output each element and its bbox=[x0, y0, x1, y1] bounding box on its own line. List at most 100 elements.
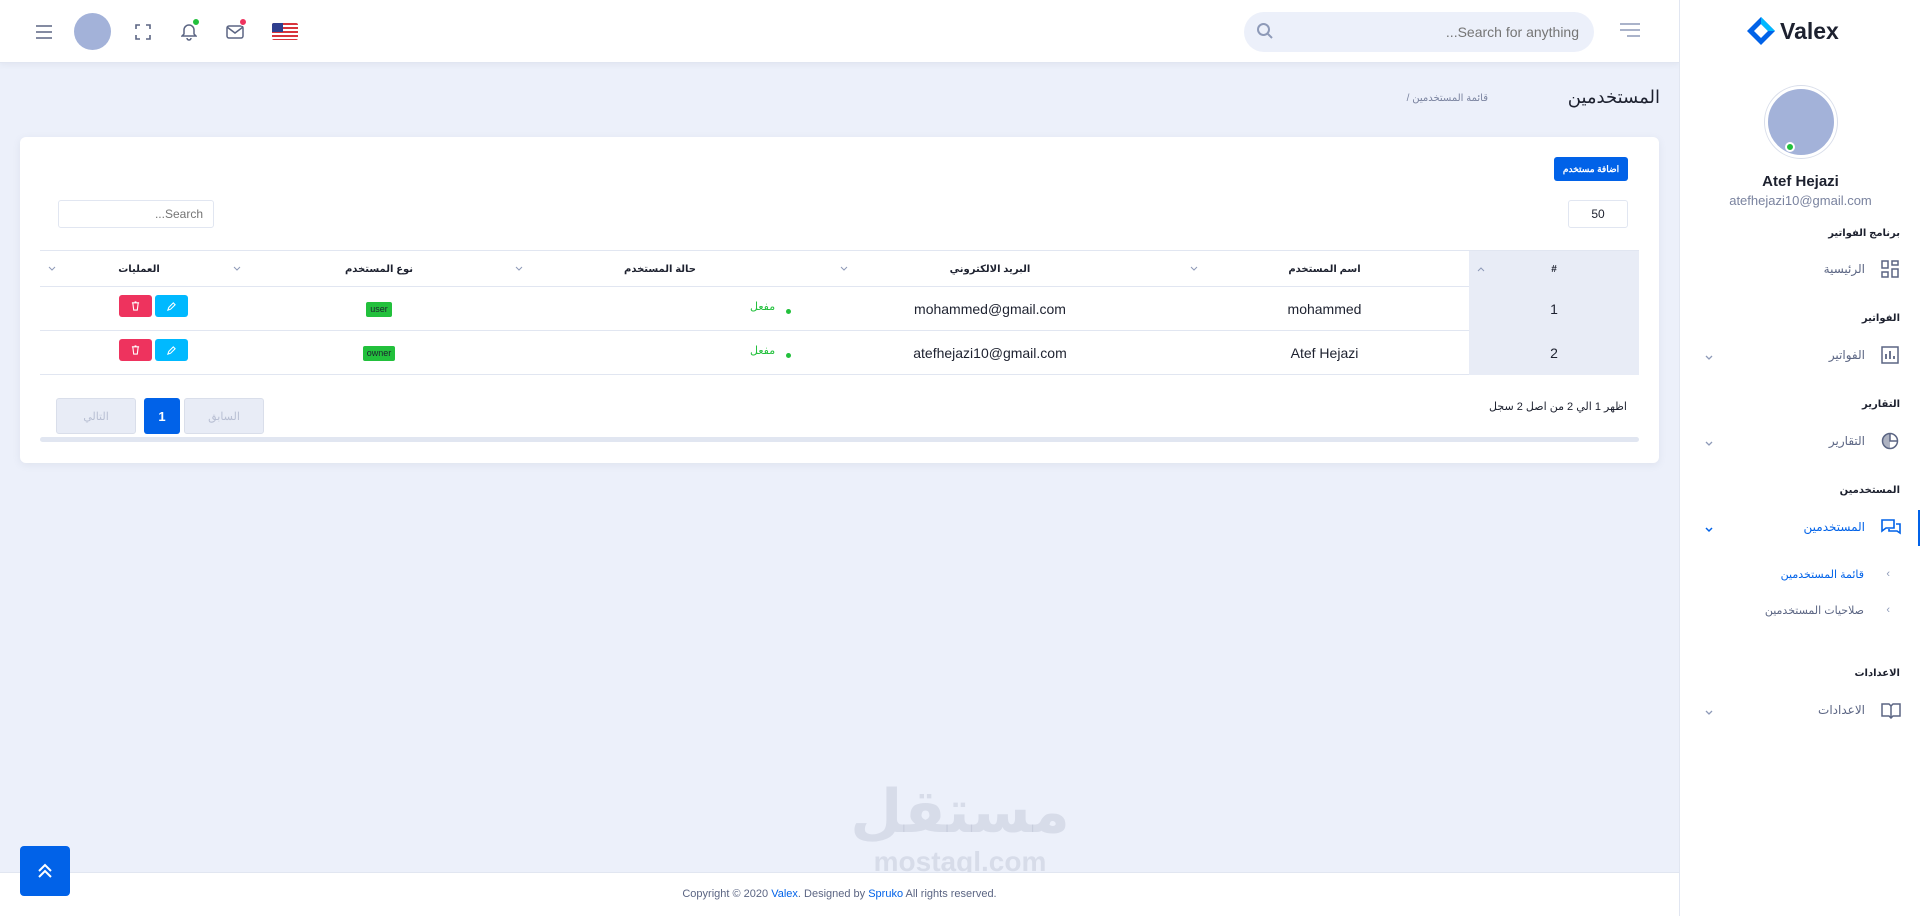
cell-status: مفعل bbox=[520, 287, 800, 331]
brand-link[interactable]: Valex bbox=[771, 888, 798, 900]
double-chevron-up-icon bbox=[38, 863, 52, 878]
sort-down-icon bbox=[1190, 265, 1198, 273]
sidebar-item-label: التقارير bbox=[1828, 434, 1865, 448]
notification-dot bbox=[192, 18, 200, 26]
table-header: # اسم المستخدم البريد الالكتروني حالة ال… bbox=[40, 251, 1639, 287]
table-row: 2 Atef Hejazi atefhejazi10@gmail.com مفع… bbox=[40, 331, 1639, 375]
cell-username: mohammed bbox=[1287, 301, 1362, 317]
chat-bubbles-icon bbox=[1881, 518, 1901, 538]
page-title: المستخدمين bbox=[1567, 87, 1660, 107]
status-dot bbox=[786, 309, 791, 314]
status-dot bbox=[786, 353, 791, 358]
user-avatar[interactable] bbox=[74, 13, 111, 50]
hamburger-menu-icon[interactable] bbox=[32, 20, 56, 44]
sidebar-subitem-users-list[interactable]: قائمة المستخدمين bbox=[1781, 568, 1864, 581]
chevron-down-icon bbox=[1704, 705, 1714, 715]
column-label: # bbox=[1551, 263, 1557, 275]
profile-email: atefhejazi10@gmail.com bbox=[1729, 193, 1872, 208]
cell-id: 2 bbox=[1469, 331, 1639, 375]
table-info-text: اظهر 1 الي 2 من اصل 2 سجل bbox=[1489, 401, 1627, 413]
delete-button[interactable] bbox=[119, 339, 152, 361]
column-label: اسم المستخدم bbox=[1288, 263, 1361, 275]
user-type-badge: user bbox=[366, 301, 392, 317]
user-type-badge: owner bbox=[362, 345, 396, 361]
chevron-left-icon: ‹ bbox=[1886, 604, 1890, 616]
users-table-card: اضافة مستخدم 50 # اسم المستخدم البريد ال… bbox=[20, 137, 1659, 463]
sidebar-item-label: الرئيسية bbox=[1823, 262, 1865, 276]
chevron-down-icon bbox=[1704, 436, 1714, 446]
designer-link[interactable]: Spruko bbox=[868, 888, 903, 900]
cell-username: Atef Hejazi bbox=[1290, 345, 1359, 361]
column-header-email[interactable]: البريد الالكتروني bbox=[800, 251, 1180, 287]
logo-diamond-icon bbox=[1747, 17, 1775, 45]
pagination-prev-button[interactable]: السابق bbox=[184, 398, 264, 434]
profile-avatar[interactable] bbox=[1765, 86, 1837, 158]
pencil-icon bbox=[167, 345, 176, 355]
copyright-suffix: All rights reserved. bbox=[903, 888, 997, 900]
online-status-dot bbox=[1785, 142, 1795, 152]
footer: Copyright © 2020 Valex. Designed by Spru… bbox=[0, 872, 1679, 916]
users-table: # اسم المستخدم البريد الالكتروني حالة ال… bbox=[40, 250, 1639, 375]
copyright-text: Copyright © 2020 Valex. Designed by Spru… bbox=[0, 888, 1679, 900]
pagination-page-1[interactable]: 1 bbox=[144, 398, 180, 434]
sidebar-subitem-user-permissions[interactable]: صلاحيات المستخدمين bbox=[1765, 604, 1864, 617]
cell-email: mohammed@gmail.com bbox=[914, 301, 1066, 317]
sidebar-item-label: الاعدادات bbox=[1818, 703, 1865, 717]
horizontal-scrollbar[interactable] bbox=[40, 437, 1639, 442]
cell-type: user bbox=[238, 287, 520, 331]
sidebar-item-settings[interactable]: الاعدادات bbox=[1680, 693, 1920, 729]
cell-status: مفعل bbox=[520, 331, 800, 375]
menu-lines-icon[interactable] bbox=[1619, 22, 1641, 40]
column-header-type[interactable]: نوع المستخدم bbox=[233, 251, 520, 287]
column-label: البريد الالكتروني bbox=[949, 263, 1031, 275]
table-search-input[interactable] bbox=[58, 200, 214, 228]
edit-button[interactable] bbox=[155, 295, 188, 317]
search-icon[interactable] bbox=[1256, 22, 1276, 42]
chevron-down-icon bbox=[1704, 522, 1714, 533]
bar-chart-icon bbox=[1881, 346, 1901, 366]
column-label: حالة المستخدم bbox=[623, 263, 697, 275]
status-label: مفعل bbox=[750, 345, 776, 357]
logo[interactable]: Valex bbox=[1746, 14, 1839, 48]
category-invoices: الفواتير bbox=[1861, 313, 1900, 324]
delete-button[interactable] bbox=[119, 295, 152, 317]
copyright-prefix: Copyright © 2020 bbox=[682, 888, 772, 900]
sidebar-item-reports[interactable]: التقارير bbox=[1680, 424, 1920, 460]
copyright-middle: . Designed by bbox=[797, 888, 869, 900]
sort-down-icon bbox=[840, 265, 848, 273]
fullscreen-icon[interactable] bbox=[131, 20, 155, 44]
column-header-username[interactable]: اسم المستخدم bbox=[1180, 251, 1469, 287]
trash-icon bbox=[131, 345, 140, 355]
sidebar-item-users[interactable]: المستخدمين bbox=[1680, 510, 1920, 546]
cell-email: atefhejazi10@gmail.com bbox=[913, 345, 1067, 361]
category-users: المستخدمين bbox=[1839, 485, 1900, 496]
profile-name: Atef Hejazi bbox=[1762, 173, 1839, 190]
page-length-select[interactable]: 50 bbox=[1568, 200, 1628, 228]
column-header-id[interactable]: # bbox=[1469, 251, 1639, 287]
sidebar-item-label: المستخدمين bbox=[1803, 520, 1865, 534]
pie-chart-icon bbox=[1881, 432, 1901, 452]
us-flag-icon[interactable] bbox=[272, 23, 298, 40]
breadcrumb[interactable]: / قائمة المستخدمين bbox=[1407, 93, 1488, 104]
add-user-button[interactable]: اضافة مستخدم bbox=[1554, 157, 1628, 181]
edit-button[interactable] bbox=[155, 339, 188, 361]
sidebar-item-label: الفواتير bbox=[1828, 348, 1865, 362]
status-label: مفعل bbox=[750, 301, 776, 313]
column-header-status[interactable]: حالة المستخدم bbox=[515, 251, 800, 287]
sidebar-item-home[interactable]: الرئيسية bbox=[1680, 252, 1920, 288]
chevron-left-icon: ‹ bbox=[1886, 568, 1890, 580]
pagination-next-button[interactable]: التالي bbox=[56, 398, 136, 434]
cell-type: owner bbox=[238, 331, 520, 375]
sort-up-icon bbox=[1477, 265, 1485, 273]
cell-id: 1 bbox=[1469, 287, 1639, 331]
dashboard-grid-icon bbox=[1881, 260, 1901, 280]
back-to-top-button[interactable] bbox=[20, 846, 70, 896]
category-reports: التقارير bbox=[1862, 399, 1900, 410]
column-header-actions[interactable]: العمليات bbox=[40, 251, 238, 287]
sort-down-icon bbox=[48, 265, 56, 273]
pencil-icon bbox=[167, 301, 176, 311]
logo-text: Valex bbox=[1780, 17, 1839, 44]
header-search-input[interactable] bbox=[1284, 12, 1579, 52]
column-label: نوع المستخدم bbox=[344, 263, 414, 275]
sidebar-item-invoices[interactable]: الفواتير bbox=[1680, 338, 1920, 374]
